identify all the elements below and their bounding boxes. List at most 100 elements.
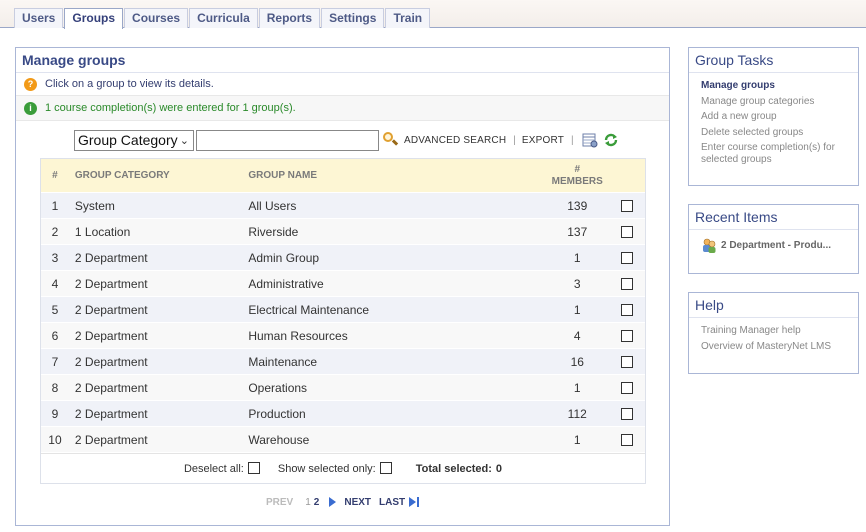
recent-items-list: 2 Department - Produ... bbox=[689, 230, 858, 261]
export-link[interactable]: EXPORT bbox=[522, 135, 564, 146]
cell-num: 10 bbox=[48, 432, 62, 447]
next-arrow-icon[interactable] bbox=[329, 497, 337, 507]
table-body: 1 System All Users 139 21 Location Riverside… bbox=[41, 193, 645, 453]
page-2-link[interactable]: 2 bbox=[314, 497, 320, 508]
tab-train[interactable]: Train bbox=[385, 8, 431, 28]
deselect-all-checkbox[interactable] bbox=[247, 461, 260, 474]
table-header: # GROUP CATEGORY GROUP NAME # MEMBERS bbox=[41, 159, 645, 193]
row-select-cell bbox=[608, 427, 645, 452]
row-checkbox[interactable] bbox=[620, 199, 633, 212]
advanced-search-link[interactable]: ADVANCED SEARCH bbox=[404, 135, 506, 146]
refresh-icon[interactable] bbox=[603, 132, 619, 148]
cell-members: 112 bbox=[567, 406, 587, 421]
row-checkbox[interactable] bbox=[620, 381, 633, 394]
row-select-cell bbox=[608, 349, 645, 374]
total-selected-count: 0 bbox=[495, 462, 503, 475]
table-row[interactable]: 1 System All Users 139 bbox=[41, 193, 645, 219]
table-row[interactable]: 9 2 Department Production 112 bbox=[41, 401, 645, 427]
last-arrow-icon[interactable] bbox=[409, 497, 420, 507]
cell-name[interactable]: All Users bbox=[242, 193, 546, 218]
table-row[interactable]: 10 2 Department Warehouse 1 bbox=[41, 427, 645, 453]
row-checkbox[interactable] bbox=[620, 355, 633, 368]
col-header-members-line1: # bbox=[574, 163, 581, 175]
tab-users[interactable]: Users bbox=[14, 8, 64, 28]
cell-members: 1 bbox=[573, 432, 581, 447]
tab-settings[interactable]: Settings bbox=[321, 8, 385, 28]
separator: | bbox=[571, 134, 574, 146]
cell-members: 4 bbox=[573, 328, 581, 343]
cell-name[interactable]: Production bbox=[242, 401, 546, 426]
task-manage-groups[interactable]: Manage groups bbox=[701, 78, 858, 94]
row-checkbox[interactable] bbox=[620, 225, 633, 238]
cell-num: 2 bbox=[51, 224, 59, 239]
recent-items-box: Recent Items 2 Department - Produ... bbox=[688, 204, 859, 274]
cell-name[interactable]: Administrative bbox=[242, 271, 546, 296]
table-row[interactable]: 4 2 Department Administrative 3 bbox=[41, 271, 645, 297]
cell-name[interactable]: Maintenance bbox=[242, 349, 546, 374]
task-delete-selected-groups[interactable]: Delete selected groups bbox=[701, 125, 858, 141]
col-header-category[interactable]: GROUP CATEGORY bbox=[69, 159, 242, 192]
cell-category: 2 Department bbox=[74, 276, 148, 291]
chevron-down-icon: ⌄ bbox=[179, 134, 189, 147]
row-checkbox[interactable] bbox=[620, 407, 633, 420]
total-selected-label: Total selected: bbox=[415, 462, 492, 475]
row-checkbox[interactable] bbox=[620, 277, 633, 290]
separator: | bbox=[513, 134, 516, 146]
search-bar: Group Category ⌄ ADVANCED SEARCH | EXPOR… bbox=[74, 128, 619, 152]
next-link[interactable]: NEXT bbox=[344, 497, 371, 508]
col-header-select bbox=[608, 159, 645, 192]
tab-reports[interactable]: Reports bbox=[258, 8, 321, 28]
cell-members: 3 bbox=[573, 276, 581, 291]
row-select-cell bbox=[608, 401, 645, 426]
cell-name[interactable]: Warehouse bbox=[242, 427, 546, 452]
row-checkbox[interactable] bbox=[620, 251, 633, 264]
row-select-cell bbox=[608, 323, 645, 348]
table-footer: Deselect all: Show selected only: Total … bbox=[41, 453, 645, 483]
table-row[interactable]: 3 2 Department Admin Group 1 bbox=[41, 245, 645, 271]
cell-category: 2 Department bbox=[74, 250, 148, 265]
cell-name[interactable]: Operations bbox=[242, 375, 546, 400]
recent-item[interactable]: 2 Department - Produ... bbox=[701, 235, 858, 253]
cell-num: 7 bbox=[51, 354, 59, 369]
table-row[interactable]: 7 2 Department Maintenance 16 bbox=[41, 349, 645, 375]
help-training-manager-link[interactable]: Training Manager help bbox=[701, 323, 858, 339]
cell-category: System bbox=[74, 198, 115, 213]
col-header-num[interactable]: # bbox=[41, 159, 69, 192]
last-link[interactable]: LAST bbox=[379, 497, 405, 508]
pagination: PREV 1 2 NEXT LAST bbox=[266, 495, 420, 509]
cell-name[interactable]: Riverside bbox=[242, 219, 546, 244]
table-row[interactable]: 6 2 Department Human Resources 4 bbox=[41, 323, 645, 349]
tab-curricula[interactable]: Curricula bbox=[189, 8, 258, 28]
row-select-cell bbox=[608, 193, 645, 218]
tab-list: Users Groups Courses Curricula Reports S… bbox=[14, 8, 431, 29]
col-header-name[interactable]: GROUP NAME bbox=[242, 159, 546, 192]
manage-groups-panel: Manage groups ? Click on a group to view… bbox=[15, 47, 670, 526]
help-overview-link[interactable]: Overview of MasteryNet LMS bbox=[701, 339, 858, 355]
table-row[interactable]: 8 2 Department Operations 1 bbox=[41, 375, 645, 401]
search-icon[interactable] bbox=[382, 132, 399, 148]
row-checkbox[interactable] bbox=[620, 433, 633, 446]
group-category-select[interactable]: Group Category ⌄ bbox=[74, 129, 194, 151]
cell-category: 2 Department bbox=[74, 328, 148, 343]
search-input[interactable] bbox=[196, 129, 379, 151]
prev-link: PREV bbox=[266, 496, 294, 508]
columns-settings-icon[interactable] bbox=[582, 132, 598, 148]
cell-name[interactable]: Admin Group bbox=[242, 245, 546, 270]
task-add-new-group[interactable]: Add a new group bbox=[701, 109, 858, 125]
row-checkbox[interactable] bbox=[620, 329, 633, 342]
tab-courses[interactable]: Courses bbox=[124, 8, 189, 28]
col-header-members[interactable]: # MEMBERS bbox=[546, 159, 608, 192]
cell-members: 137 bbox=[567, 224, 588, 239]
tab-groups[interactable]: Groups bbox=[64, 8, 124, 29]
row-checkbox[interactable] bbox=[620, 303, 633, 316]
group-tasks-title: Group Tasks bbox=[689, 48, 858, 73]
task-manage-group-categories[interactable]: Manage group categories bbox=[701, 94, 858, 110]
group-icon bbox=[703, 238, 716, 253]
task-enter-course-completions[interactable]: Enter course completion(s) for selected … bbox=[701, 140, 858, 166]
col-header-members-line2: MEMBERS bbox=[551, 175, 603, 187]
cell-name[interactable]: Human Resources bbox=[242, 323, 546, 348]
show-selected-only-checkbox[interactable] bbox=[379, 461, 392, 474]
cell-name[interactable]: Electrical Maintenance bbox=[242, 297, 546, 322]
table-row[interactable]: 5 2 Department Electrical Maintenance 1 bbox=[41, 297, 645, 323]
table-row[interactable]: 2 1 Location Riverside 137 bbox=[41, 219, 645, 245]
